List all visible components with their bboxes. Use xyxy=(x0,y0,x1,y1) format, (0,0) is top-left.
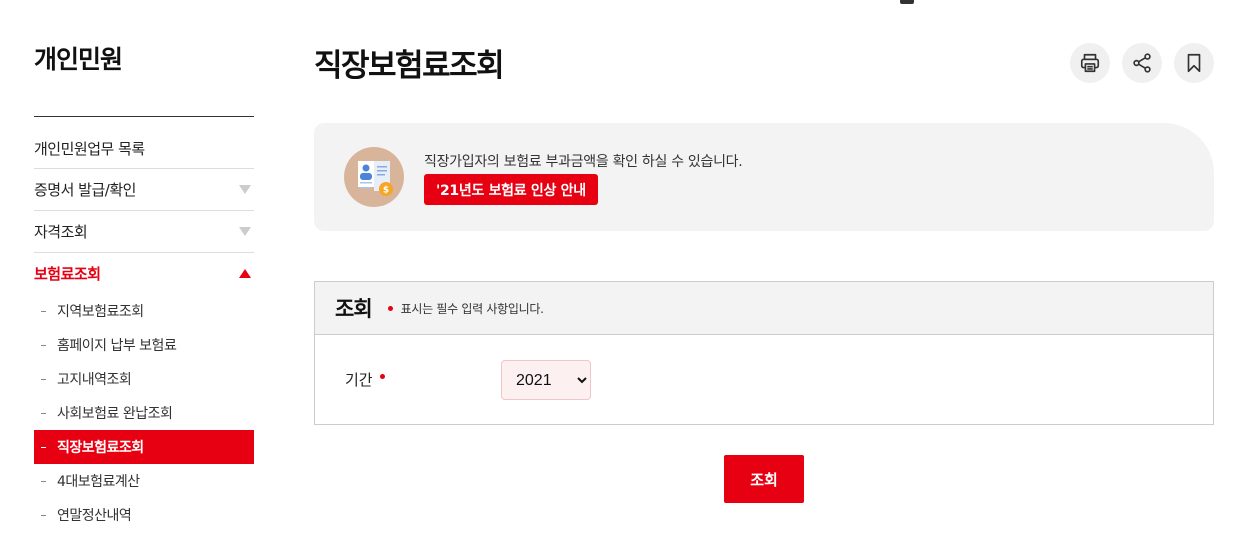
dash-icon xyxy=(41,310,46,312)
submenu-item-homepage-paid[interactable]: 홈페이지 납부 보험료 xyxy=(34,328,254,362)
search-submit-button[interactable]: 조회 xyxy=(724,455,804,503)
sidebar-submenu: 지역보험료조회 홈페이지 납부 보험료 고지내역조회 사회보험료 완납조회 직장… xyxy=(34,294,254,532)
period-label: 기간 xyxy=(345,371,373,389)
form-title: 조회 xyxy=(335,297,373,321)
bookmark-button[interactable] xyxy=(1174,43,1214,83)
share-icon xyxy=(1133,53,1151,73)
dash-icon xyxy=(41,480,46,482)
breadcrumb xyxy=(900,0,1214,4)
printer-icon xyxy=(1080,53,1100,73)
sidebar-item-list[interactable]: 개인민원업무 목록 xyxy=(34,128,254,169)
share-button[interactable] xyxy=(1122,43,1162,83)
submenu-label: 홈페이지 납부 보험료 xyxy=(57,338,177,354)
submenu-label: 4대보험료계산 xyxy=(57,474,140,490)
chevron-up-icon xyxy=(239,269,251,278)
submenu-item-calculator[interactable]: 4대보험료계산 xyxy=(34,464,254,498)
required-marker-icon xyxy=(379,374,385,379)
submenu-item-fully-paid[interactable]: 사회보험료 완납조회 xyxy=(34,396,254,430)
print-button[interactable] xyxy=(1070,43,1110,83)
sidebar-item-label: 보험료조회 xyxy=(34,265,101,283)
chevron-down-icon xyxy=(239,227,251,236)
sidebar-item-certificate[interactable]: 증명서 발급/확인 xyxy=(34,169,254,211)
period-select[interactable]: 2021 xyxy=(501,360,591,400)
sidebar-item-label: 증명서 발급/확인 xyxy=(34,181,136,199)
info-panel: $ 직장가입자의 보험료 부과금액을 확인 하실 수 있습니다. '21년도 보… xyxy=(314,123,1214,231)
submenu-label: 직장보험료조회 xyxy=(57,440,144,456)
home-icon[interactable] xyxy=(900,0,914,4)
dash-icon xyxy=(41,344,46,346)
submenu-label: 지역보험료조회 xyxy=(57,304,144,320)
dash-icon xyxy=(41,446,46,448)
submenu-item-workplace[interactable]: 직장보험료조회 xyxy=(34,430,254,464)
sidebar-title: 개인민원 xyxy=(34,45,123,74)
sidebar-menu: 개인민원업무 목록 증명서 발급/확인 자격조회 보험료조회 지역보험료조회 홈… xyxy=(34,128,254,532)
submenu-item-notice-history[interactable]: 고지내역조회 xyxy=(34,362,254,396)
sidebar-item-qualification[interactable]: 자격조회 xyxy=(34,211,254,253)
dash-icon xyxy=(41,378,46,380)
sidebar-item-label: 자격조회 xyxy=(34,223,88,241)
search-form: 조회 표시는 필수 입력 사항입니다. 기간 2021 xyxy=(314,281,1214,425)
info-text: 직장가입자의 보험료 부과금액을 확인 하실 수 있습니다. xyxy=(424,154,743,170)
premium-increase-notice-button[interactable]: '21년도 보험료 인상 안내 xyxy=(424,174,598,205)
form-header: 조회 표시는 필수 입력 사항입니다. xyxy=(315,282,1213,335)
submenu-label: 연말정산내역 xyxy=(57,508,132,524)
required-marker-icon xyxy=(387,305,393,311)
svg-text:$: $ xyxy=(383,186,389,196)
divider xyxy=(34,116,254,117)
sidebar-item-label: 개인민원업무 목록 xyxy=(34,139,145,158)
submenu-item-year-end[interactable]: 연말정산내역 xyxy=(34,498,254,532)
dash-icon xyxy=(41,412,46,414)
sidebar-item-premium[interactable]: 보험료조회 xyxy=(34,253,254,294)
dash-icon xyxy=(41,514,46,516)
submenu-label: 고지내역조회 xyxy=(57,372,132,388)
period-label-wrap: 기간 xyxy=(345,369,385,390)
period-row: 기간 2021 xyxy=(315,335,1213,424)
submenu-item-regional[interactable]: 지역보험료조회 xyxy=(34,294,254,328)
submenu-label: 사회보험료 완납조회 xyxy=(57,406,173,422)
page-title: 직장보험료조회 xyxy=(314,48,505,84)
required-note: 표시는 필수 입력 사항입니다. xyxy=(400,301,544,316)
chevron-down-icon xyxy=(239,185,251,194)
document-coin-icon: $ xyxy=(344,147,404,207)
bookmark-icon xyxy=(1187,53,1201,73)
